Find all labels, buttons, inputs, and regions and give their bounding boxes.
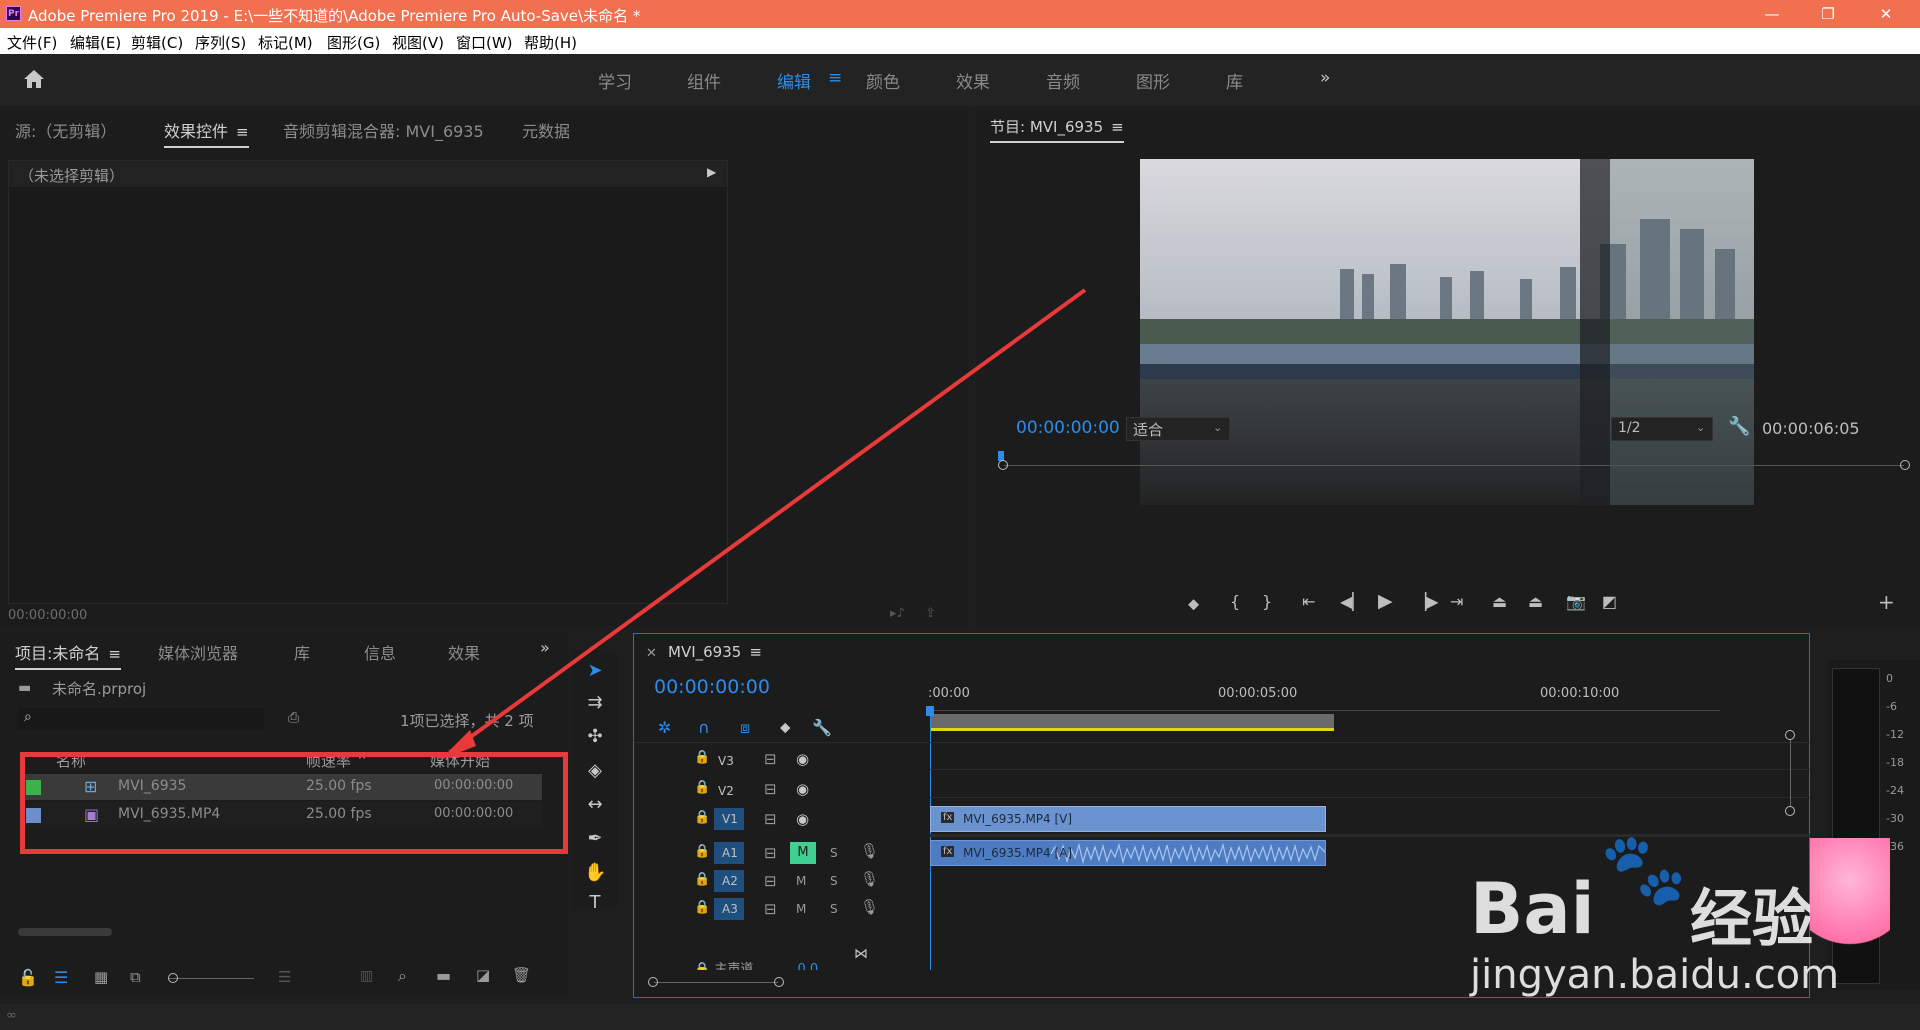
watermark-url: jingyan.baidu.com [1470, 952, 1840, 998]
paw-icon: 🐾 [1600, 828, 1688, 910]
watermark-brand-2: 经验 [1690, 882, 1815, 955]
watermark-brand: Bai [1470, 868, 1595, 950]
mascot-image [1810, 838, 1890, 978]
baidu-watermark: Bai 🐾 经验 jingyan.baidu.com [1470, 828, 1920, 1004]
